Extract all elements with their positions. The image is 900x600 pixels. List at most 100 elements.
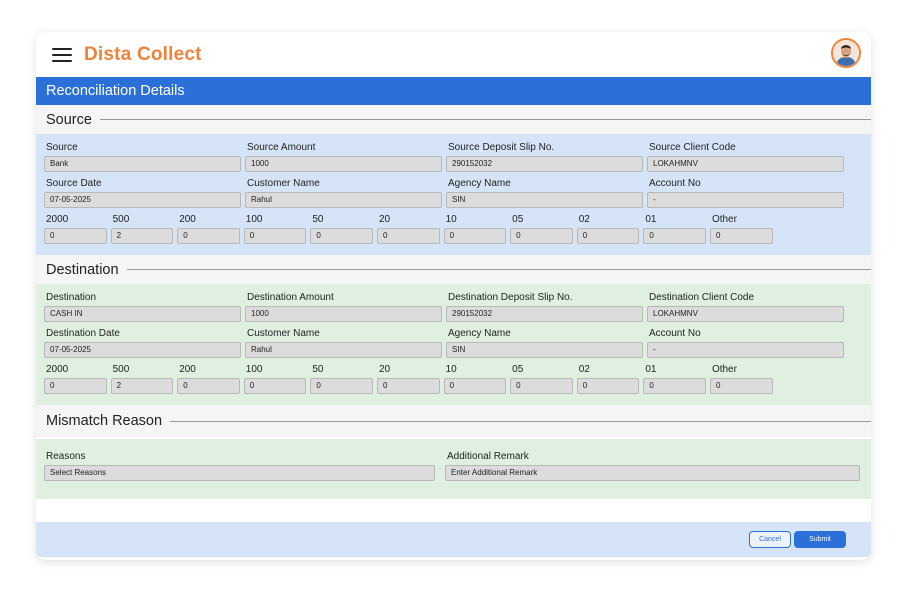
denom-input[interactable]: 0 <box>310 228 373 244</box>
field-label: Source Amount <box>247 142 316 153</box>
denom-label: Other <box>711 364 737 375</box>
source-slip-input[interactable]: 290152032 <box>446 156 643 172</box>
denom-field: 05 0 <box>510 363 573 394</box>
denom-label: 02 <box>578 364 590 375</box>
top-bar: Dista Collect <box>36 32 871 77</box>
denom-label: 500 <box>112 364 130 375</box>
denom-field: 01 0 <box>643 363 706 394</box>
denom-input[interactable]: 0 <box>643 378 706 394</box>
destination-type-input[interactable]: CASH IN <box>44 306 241 322</box>
source-account-input[interactable]: - <box>647 192 844 208</box>
denom-input[interactable]: 0 <box>510 228 573 244</box>
denom-label: 10 <box>445 214 457 225</box>
avatar[interactable] <box>831 38 861 68</box>
destination-account-input[interactable]: - <box>647 342 844 358</box>
field-label: Account No <box>649 178 701 189</box>
denom-label: 500 <box>112 214 130 225</box>
denom-input[interactable]: 0 <box>643 228 706 244</box>
denom-label: 50 <box>312 214 324 225</box>
mismatch-section-header: Mismatch Reason <box>36 405 871 437</box>
denom-field: 200 0 <box>177 213 240 244</box>
denom-field: 05 0 <box>510 213 573 244</box>
destination-field: Destination CASH IN <box>44 291 241 322</box>
denom-input[interactable]: 0 <box>576 378 640 394</box>
denom-field: Other 0 <box>709 363 773 394</box>
field-label: Account No <box>649 328 701 339</box>
source-date-input[interactable]: 07-05-2025 <box>44 192 241 208</box>
denom-label: 20 <box>378 364 391 375</box>
denom-input[interactable]: 0 <box>443 378 507 394</box>
denom-field: 10 0 <box>443 363 507 394</box>
destination-client-code-field: Destination Client Code LOKAHMNV <box>647 291 844 322</box>
denom-input[interactable]: 0 <box>376 378 440 394</box>
field-label: Agency Name <box>448 328 511 339</box>
denom-input[interactable]: 0 <box>709 228 773 244</box>
page-title-bar: Reconciliation Details <box>36 77 871 105</box>
denom-input[interactable]: 0 <box>243 228 307 244</box>
mismatch-heading: Mismatch Reason <box>46 413 163 429</box>
destination-amount-input[interactable]: 1000 <box>245 306 442 322</box>
field-label: Customer Name <box>247 328 320 339</box>
destination-slip-field: Destination Deposit Slip No. 290152032 <box>446 291 643 322</box>
destination-date-input[interactable]: 07-05-2025 <box>44 342 241 358</box>
source-section-header: Source <box>36 105 871 134</box>
source-account-field: Account No - <box>647 177 844 208</box>
denom-label: 05 <box>512 214 524 225</box>
denom-label: 01 <box>645 214 657 225</box>
destination-section-header: Destination <box>36 255 871 284</box>
denom-input[interactable]: 0 <box>709 378 773 394</box>
denom-input[interactable]: 0 <box>177 378 240 394</box>
page-title: Reconciliation Details <box>46 83 185 99</box>
denom-input[interactable]: 0 <box>177 228 240 244</box>
denom-label: 2000 <box>46 214 69 225</box>
denom-input[interactable]: 0 <box>243 378 307 394</box>
destination-agency-input[interactable]: SIN <box>446 342 643 358</box>
field-label: Destination <box>46 292 97 303</box>
remark-field: Additional Remark Enter Additional Remar… <box>445 450 860 481</box>
denom-input[interactable]: 0 <box>443 228 507 244</box>
destination-customer-field: Customer Name Rahul <box>245 327 442 358</box>
denom-field: Other 0 <box>709 213 773 244</box>
destination-customer-input[interactable]: Rahul <box>245 342 442 358</box>
source-amount-input[interactable]: 1000 <box>245 156 442 172</box>
source-customer-input[interactable]: Rahul <box>245 192 442 208</box>
denom-field: 20 0 <box>376 213 440 244</box>
app-window: Dista Collect Reconciliation Details Sou… <box>36 32 871 560</box>
denom-field: 500 2 <box>110 213 174 244</box>
denom-input[interactable]: 0 <box>376 228 440 244</box>
denom-field: 500 2 <box>110 363 174 394</box>
field-label: Source Client Code <box>649 142 736 153</box>
denom-field: 02 0 <box>576 363 640 394</box>
reasons-label: Reasons <box>46 451 86 462</box>
denom-field: 10 0 <box>443 213 507 244</box>
destination-slip-input[interactable]: 290152032 <box>446 306 643 322</box>
source-type-input[interactable]: Bank <box>44 156 241 172</box>
denom-input[interactable]: 0 <box>44 378 107 394</box>
remark-input[interactable]: Enter Additional Remark <box>445 465 860 481</box>
cancel-button[interactable]: Cancel <box>749 531 791 548</box>
denom-field: 2000 0 <box>44 363 107 394</box>
field-label: Agency Name <box>448 178 511 189</box>
reasons-field: Reasons Select Reasons <box>44 450 435 481</box>
field-label: Source Date <box>46 178 102 189</box>
source-agency-input[interactable]: SIN <box>446 192 643 208</box>
denom-input[interactable]: 0 <box>310 378 373 394</box>
source-slip-field: Source Deposit Slip No. 290152032 <box>446 141 643 172</box>
user-avatar-icon <box>833 40 859 66</box>
destination-amount-field: Destination Amount 1000 <box>245 291 442 322</box>
action-footer: Cancel Submit <box>36 522 871 557</box>
denom-label: 50 <box>312 364 324 375</box>
hamburger-menu-icon[interactable] <box>52 47 72 62</box>
submit-button[interactable]: Submit <box>794 531 846 548</box>
denom-input[interactable]: 0 <box>576 228 640 244</box>
destination-panel: Destination CASH IN Destination Amount 100… <box>36 284 871 405</box>
denom-input[interactable]: 2 <box>110 228 174 244</box>
destination-client-code-input[interactable]: LOKAHMNV <box>647 306 844 322</box>
denom-input[interactable]: 0 <box>510 378 573 394</box>
denom-input[interactable]: 2 <box>110 378 174 394</box>
reasons-select[interactable]: Select Reasons <box>44 465 435 481</box>
denom-field: 01 0 <box>643 213 706 244</box>
field-label: Destination Client Code <box>649 292 755 303</box>
denom-input[interactable]: 0 <box>44 228 107 244</box>
source-client-code-input[interactable]: LOKAHMNV <box>647 156 844 172</box>
